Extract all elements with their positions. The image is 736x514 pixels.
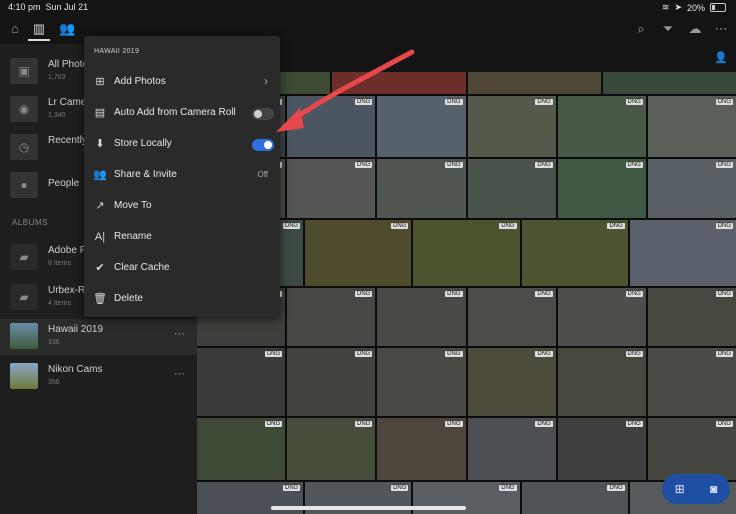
annotation-arrow xyxy=(276,49,415,132)
home-indicator xyxy=(271,506,466,510)
